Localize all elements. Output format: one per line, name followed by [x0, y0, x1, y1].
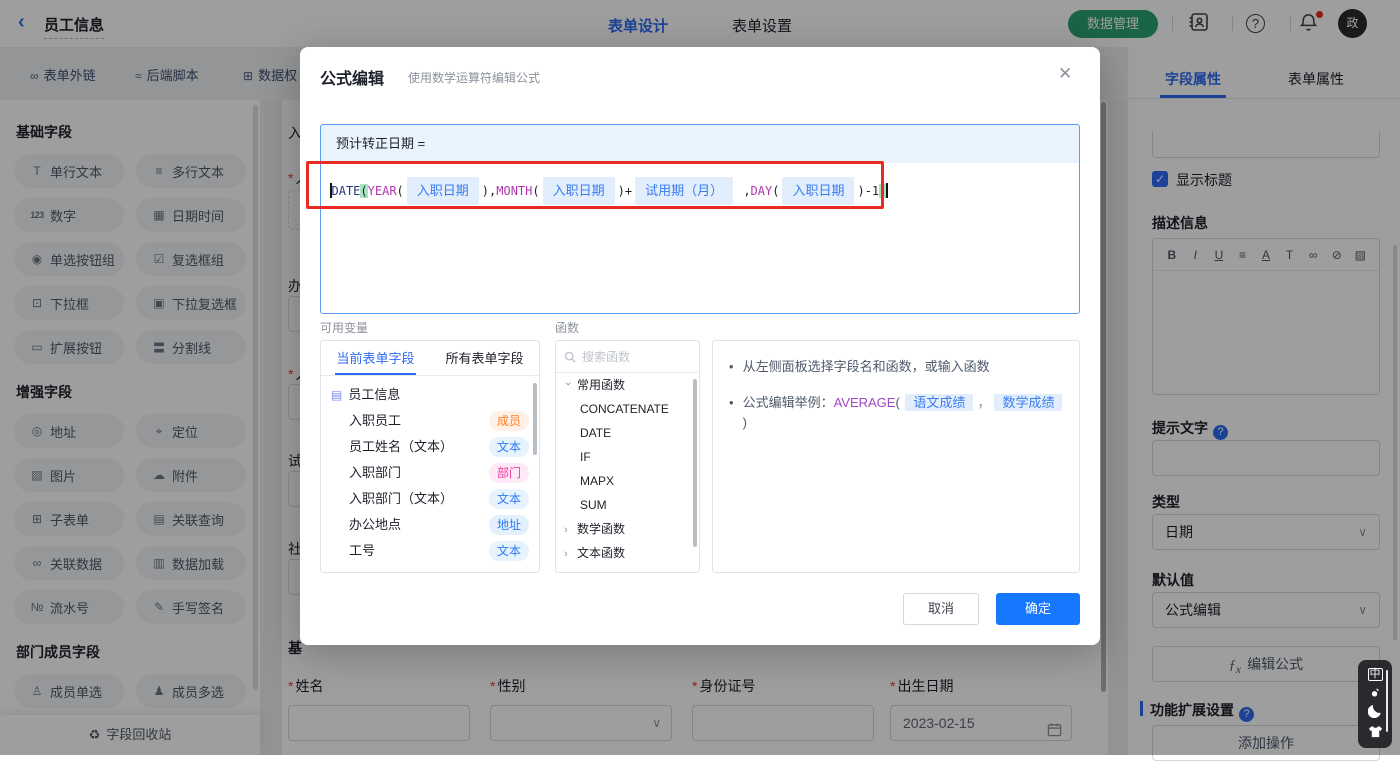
form-icon: ▤ — [331, 388, 343, 402]
close-icon[interactable]: ✕ — [1058, 64, 1072, 84]
formula-field-pill[interactable]: 入职日期 — [406, 177, 479, 205]
variable-type-tag: 地址 — [488, 515, 529, 535]
example-comma: ， — [977, 395, 991, 410]
chevron-icon: › — [562, 382, 574, 386]
formula-operator: ) — [879, 184, 887, 198]
confirm-button[interactable]: 确定 — [996, 593, 1080, 625]
variable-name: 工号 — [349, 543, 376, 558]
moon-icon[interactable] — [1367, 703, 1383, 720]
search-icon — [564, 351, 576, 363]
formula-editor-modal: 公式编辑 使用数学运算符编辑公式 ✕ 预计转正日期 = DATE(YEAR(入职… — [300, 47, 1100, 645]
variable-type-tag: 部门 — [488, 463, 529, 483]
help-line-1: 从左侧面板选择字段名和函数，或输入函数 — [742, 359, 990, 374]
formula-function-name: YEAR — [367, 184, 397, 198]
function-item[interactable]: IF — [556, 445, 699, 469]
variable-name: 员工姓名（文本） — [349, 439, 454, 454]
formula-function-name: DAY — [750, 184, 773, 198]
bullet: • — [729, 359, 734, 374]
function-item[interactable]: CONCATENATE — [556, 397, 699, 421]
formula-operator: ( — [360, 184, 368, 198]
formula-operator: ( — [532, 184, 540, 198]
modal-subtitle: 使用数学运算符编辑公式 — [408, 71, 541, 85]
function-item[interactable]: MAPX — [556, 469, 699, 493]
formula-help-panel: • 从左侧面板选择字段名和函数，或输入函数 • 公式编辑举例：AVERAGE( 语文… — [712, 340, 1080, 573]
variable-item[interactable]: 入职部门（文本） 文本 — [321, 486, 539, 512]
bullet: • — [729, 395, 734, 410]
variable-item[interactable]: 办公地点 地址 — [321, 512, 539, 538]
search-placeholder: 搜索函数 — [582, 350, 631, 364]
function-group[interactable]: › 数学函数 — [556, 517, 699, 541]
formula-result-label: 预计转正日期 = — [321, 125, 1079, 163]
formula-field-pill[interactable]: 入职日期 — [542, 177, 615, 205]
example-function-name: AVERAGE — [833, 395, 896, 410]
functions-panel: 搜索函数 › 常用函数 CONCATENATE DATE IF MAPX SUM › 数学函数 ›… — [555, 340, 700, 573]
formula-input-area[interactable]: 预计转正日期 = DATE(YEAR(入职日期),MONTH(入职日期)+ 试用期… — [320, 124, 1080, 314]
chevron-icon: › — [564, 524, 568, 536]
form-node[interactable]: ▤ 员工信息 — [321, 382, 539, 408]
formula-operator: ( — [772, 184, 780, 198]
formula-operator: , — [736, 184, 751, 198]
function-item[interactable]: DATE — [556, 421, 699, 445]
shirt-icon[interactable] — [1368, 725, 1383, 740]
variable-type-tag: 文本 — [488, 541, 529, 561]
example-field-pill: 数学成绩 — [994, 394, 1063, 411]
variable-type-tag: 文本 — [488, 489, 529, 509]
variable-name: 入职部门（文本） — [349, 491, 454, 506]
formula-field-pill[interactable]: 试用期（月） — [635, 177, 734, 205]
modal-title: 公式编辑 — [320, 71, 385, 88]
tab-current-form-fields[interactable]: 当前表单字段 — [321, 341, 430, 375]
function-group[interactable]: › 常用函数 — [556, 373, 699, 397]
function-search[interactable]: 搜索函数 — [556, 341, 699, 373]
note-icon[interactable] — [1371, 686, 1380, 699]
language-zh-icon[interactable]: 中 — [1367, 668, 1383, 682]
variable-item[interactable]: 入职员工 成员 — [321, 408, 539, 434]
help-example: 公式编辑举例：AVERAGE( 语文成绩，数学成绩 ) — [743, 393, 1065, 433]
tab-all-form-fields[interactable]: 所有表单字段 — [430, 341, 539, 375]
variable-list: 入职员工 成员 员工姓名（文本） 文本 入职部门 部门 入职部门（文本） 文本 办公地点 地址 工号… — [321, 408, 539, 564]
variable-type-tag: 成员 — [488, 411, 529, 431]
function-list: › 常用函数 CONCATENATE DATE IF MAPX SUM › 数学函数 › 文本函数 — [556, 373, 699, 565]
variable-name: 入职员工 — [349, 413, 402, 428]
formula-function-name: MONTH — [496, 184, 533, 198]
variables-tabs: 当前表单字段 所有表单字段 — [321, 341, 539, 376]
text-cursor — [886, 183, 888, 198]
widget-scroll-indicator — [1386, 670, 1388, 732]
function-item[interactable]: SUM — [556, 493, 699, 517]
floating-widget: 中 — [1358, 660, 1392, 748]
variable-item[interactable]: 工号 文本 — [321, 538, 539, 564]
variable-name: 入职部门 — [349, 465, 402, 480]
functions-label: 函数 — [555, 321, 580, 335]
formula-operator: ), — [481, 184, 497, 198]
variables-scrollbar[interactable] — [533, 383, 537, 455]
chevron-icon: › — [564, 548, 568, 560]
formula-function-name: DATE — [331, 184, 361, 198]
formula-operator: )+ — [617, 184, 633, 198]
variable-item[interactable]: 员工姓名（文本） 文本 — [321, 434, 539, 460]
formula-expression[interactable]: DATE(YEAR(入职日期),MONTH(入职日期)+ 试用期（月） ,DAY(… — [330, 177, 888, 205]
variables-panel: 当前表单字段 所有表单字段 ▤ 员工信息 入职员工 成员 员工姓名（文本） 文本 入职部门… — [320, 340, 540, 573]
formula-operator: )-1 — [857, 184, 880, 198]
cancel-button[interactable]: 取消 — [903, 593, 979, 625]
example-field-pill: 语文成绩 — [905, 394, 974, 411]
functions-scrollbar[interactable] — [693, 379, 697, 547]
variable-name: 办公地点 — [349, 517, 402, 532]
formula-field-pill[interactable]: 入职日期 — [782, 177, 855, 205]
variable-type-tag: 文本 — [488, 437, 529, 457]
variables-label: 可用变量 — [320, 321, 369, 335]
variable-item[interactable]: 入职部门 部门 — [321, 460, 539, 486]
formula-operator: ( — [396, 184, 404, 198]
function-group[interactable]: › 文本函数 — [556, 541, 699, 565]
